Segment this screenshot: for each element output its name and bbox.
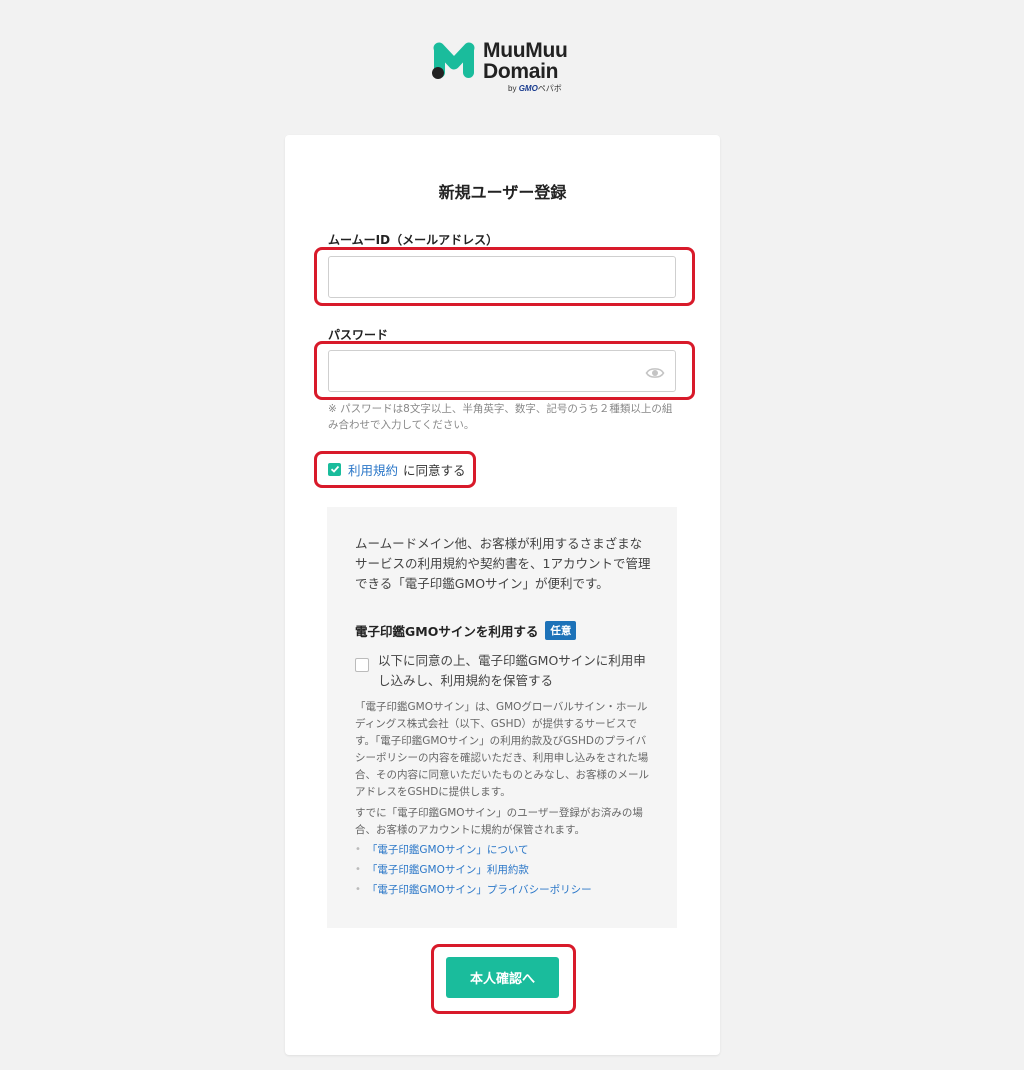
terms-agree[interactable]: 利用規約 に同意する <box>328 460 466 478</box>
gmo-sign-notes: 「電子印鑑GMOサイン」は、GMOグローバルサイン・ホールディングス株式会社（以… <box>355 699 655 843</box>
gmo-sign-heading-text: 電子印鑑GMOサインを利用する <box>355 624 539 639</box>
id-label: ムームーID（メールアドレス） <box>328 233 499 247</box>
password-field[interactable] <box>328 350 676 392</box>
optional-badge: 任意 <box>545 621 577 640</box>
gmo-sign-opt-in[interactable]: 以下に同意の上、電子印鑑GMOサインに利用申し込みし、利用規約を保管する <box>355 651 655 691</box>
registration-card: 新規ユーザー登録 ムームーID（メールアドレス） パスワード ※ パスワードは8… <box>285 135 720 1055</box>
logo-line2: Domain <box>483 60 559 83</box>
gmo-sign-heading: 電子印鑑GMOサインを利用する 任意 <box>355 621 577 640</box>
gmo-sign-note: 「電子印鑑GMOサイン」は、GMOグローバルサイン・ホールディングス株式会社（以… <box>355 701 649 798</box>
password-label: パスワード <box>328 328 389 342</box>
logo-by-suffix: ペパボ <box>537 84 562 93</box>
page-title: 新規ユーザー登録 <box>438 183 567 202</box>
gmo-sign-note: すでに「電子印鑑GMOサイン」のユーザー登録がお済みの場合、お客様のアカウントに… <box>355 807 643 836</box>
gmo-sign-checkbox[interactable] <box>355 658 369 672</box>
gmo-sign-about-link[interactable]: 「電子印鑑GMOサイン」について <box>355 840 655 860</box>
gmo-sign-description: ムームードメイン他、お客様が利用するさまざまなサービスの利用規約や契約書を、1ア… <box>355 536 651 591</box>
gmo-sign-panel: ムームードメイン他、お客様が利用するさまざまなサービスの利用規約や契約書を、1ア… <box>327 507 677 928</box>
gmo-sign-privacy-link[interactable]: 「電子印鑑GMOサイン」プライバシーポリシー <box>355 880 655 900</box>
gmo-sign-links: 「電子印鑑GMOサイン」について 「電子印鑑GMOサイン」利用約款 「電子印鑑G… <box>355 840 655 900</box>
logo-by-prefix: by <box>508 84 517 93</box>
identity-verification-button[interactable]: 本人確認へ <box>446 957 559 998</box>
eye-icon[interactable] <box>645 363 665 383</box>
email-field[interactable] <box>328 256 676 298</box>
gmo-sign-opt-in-label: 以下に同意の上、電子印鑑GMOサインに利用申し込みし、利用規約を保管する <box>378 653 646 688</box>
password-hint: ※ パスワードは8文字以上、半角英字、数字、記号のうち２種類以上の組み合わせで入… <box>328 403 673 431</box>
terms-agree-text: に同意する <box>403 462 466 478</box>
muumuu-logo-icon <box>432 42 475 79</box>
logo-by-company: GMO <box>518 84 538 93</box>
terms-link[interactable]: 利用規約 <box>348 460 398 479</box>
checkmark-icon <box>330 465 339 473</box>
gmo-sign-terms-link[interactable]: 「電子印鑑GMOサイン」利用約款 <box>355 860 655 880</box>
terms-checkbox[interactable] <box>328 462 341 476</box>
logo-byline: by GMOペパボ <box>508 83 562 94</box>
muumuu-logo: MuuMuu Domain by GMOペパボ <box>431 40 581 94</box>
logo-line1: MuuMuu <box>483 39 568 62</box>
logo-wordmark: MuuMuu Domain <box>483 40 568 82</box>
